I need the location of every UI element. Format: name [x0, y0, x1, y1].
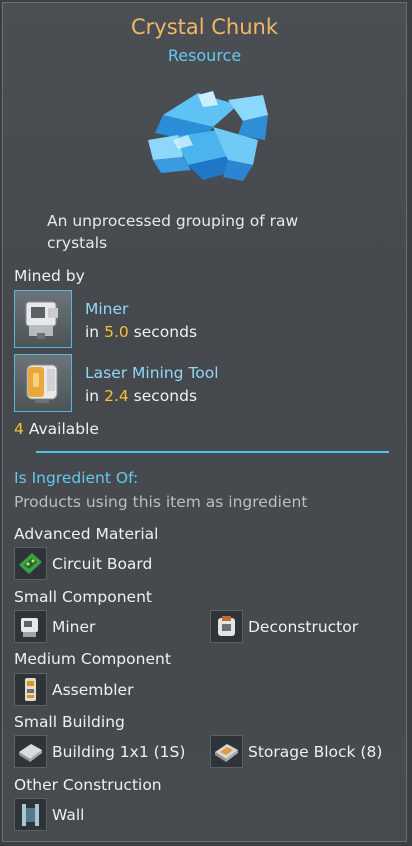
product-building-1x1[interactable]: Building 1x1 (1S) — [14, 735, 185, 768]
circuit-board-icon — [14, 547, 47, 580]
miner-source-name[interactable]: Miner — [85, 300, 128, 318]
item-tooltip-panel: Crystal Chunk Resource An unprocessed gr… — [2, 2, 407, 842]
product-deconstructor[interactable]: Deconstructor — [210, 610, 358, 643]
product-miner[interactable]: Miner — [14, 610, 95, 643]
category-small-component: Small Component — [14, 588, 152, 606]
deconstructor-icon — [210, 610, 243, 643]
crystal-chunk-icon — [148, 91, 268, 181]
category-small-building: Small Building — [14, 713, 125, 731]
product-wall[interactable]: Wall — [14, 798, 84, 831]
item-type: Resource — [167, 46, 242, 65]
section-divider — [36, 451, 389, 453]
product-circuit-board[interactable]: Circuit Board — [14, 547, 152, 580]
miner-icon — [14, 610, 47, 643]
item-title: Crystal Chunk — [130, 15, 279, 39]
category-medium-component: Medium Component — [14, 650, 171, 668]
category-other-construction: Other Construction — [14, 776, 162, 794]
laser-mining-tool-source-card[interactable] — [14, 354, 72, 412]
miner-icon — [25, 301, 58, 339]
building-block-icon — [14, 735, 47, 768]
assembler-icon — [14, 673, 47, 706]
available-count: 4 Available — [14, 420, 99, 438]
mined-by-heading: Mined by — [14, 267, 85, 285]
miner-source-time: in 5.0 seconds — [85, 323, 198, 341]
miner-source-card[interactable] — [14, 290, 72, 348]
wall-icon — [14, 798, 47, 831]
ingredient-subheading: Products using this item as ingredient — [14, 493, 308, 511]
storage-block-icon — [210, 735, 243, 768]
product-storage-block[interactable]: Storage Block (8) — [210, 735, 382, 768]
laser-mining-tool-icon — [26, 364, 58, 403]
product-assembler[interactable]: Assembler — [14, 673, 133, 706]
laser-mining-tool-source-time: in 2.4 seconds — [85, 387, 198, 405]
category-advanced-material: Advanced Material — [14, 525, 159, 543]
ingredient-heading: Is Ingredient Of: — [14, 469, 139, 487]
laser-mining-tool-source-name[interactable]: Laser Mining Tool — [85, 364, 219, 382]
item-description: An unprocessed grouping of raw crystals — [47, 212, 299, 252]
